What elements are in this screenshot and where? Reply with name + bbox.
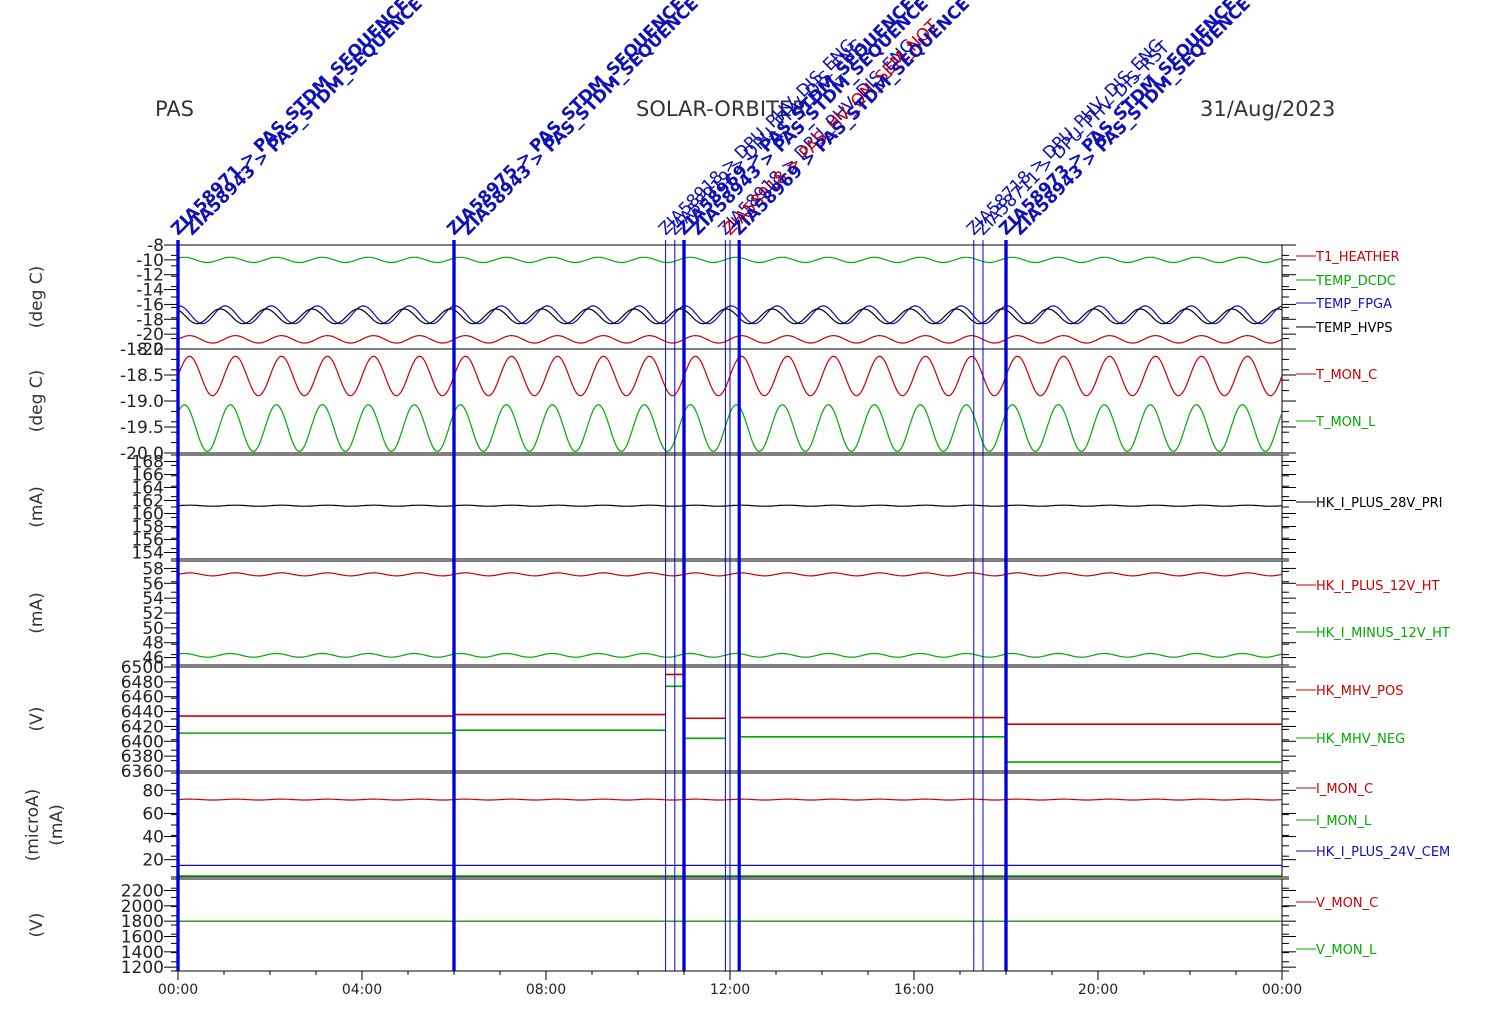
y-axis-label-2: (mA) <box>47 804 67 845</box>
panel-2: -18.0-18.5-19.0-19.5-20.0(deg C) T_MON_CT… <box>27 340 1377 464</box>
x-tick-label: 00:00 <box>1262 982 1302 998</box>
y-tick-label: 58 <box>142 559 164 579</box>
y-axis-label: (deg C) <box>27 370 47 433</box>
y-tick-label: 168 <box>132 453 164 473</box>
y-axis-label: (mA) <box>27 592 47 633</box>
y-tick-label: 80 <box>142 781 164 801</box>
y-axis-label: (V) <box>27 707 47 732</box>
panel-3: 154156158160162164166168(mA) HK_I_PLUS_28… <box>27 453 1442 564</box>
x-tick-label: 20:00 <box>1078 982 1118 998</box>
legend-label: HK_MHV_NEG <box>1316 732 1405 747</box>
legend-label: HK_I_PLUS_12V_HT <box>1316 579 1440 594</box>
legend-label: HK_I_PLUS_28V_PRI <box>1316 496 1442 511</box>
legend-label: V_MON_L <box>1316 943 1377 958</box>
y-tick-label: -18.0 <box>120 340 164 360</box>
event-marker-label: ZIA58711 > DPU_PHV_DIS_RST <box>972 37 1174 239</box>
x-tick-label: 08:00 <box>526 982 566 998</box>
y-tick-label: -19.5 <box>120 418 164 438</box>
legend-label: I_MON_L <box>1316 814 1372 829</box>
legend-label: TEMP_HVPS <box>1315 321 1392 336</box>
x-tick-label: 00:00 <box>158 982 198 998</box>
legend-label: I_MON_C <box>1316 782 1373 797</box>
panel-5: 65006480646064406420640063806360(V)HK_MH… <box>27 658 1405 782</box>
event-marker: ZIA58975 > PAS_STDM_SEQUENCE <box>443 0 689 971</box>
y-tick-label: 20 <box>142 851 164 871</box>
y-tick-label: -18.5 <box>120 366 164 386</box>
legend-label: HK_MHV_POS <box>1316 684 1404 699</box>
x-tick-label: 12:00 <box>710 982 750 998</box>
y-axis-label: (microA) <box>23 789 43 862</box>
x-tick-label: 04:00 <box>342 982 382 998</box>
legend-label: HK_I_MINUS_12V_HT <box>1316 626 1450 641</box>
panel-7: 120014001600180020002200(V)V_MON_CV_MON_… <box>27 878 1378 978</box>
legend-label: T_MON_L <box>1315 415 1376 430</box>
x-axis: 00:00 04:00 08:00 12:00 16:00 20:00 00:00 <box>158 971 1302 998</box>
header-date: 31/Aug/2023 <box>1200 97 1335 121</box>
y-tick-label: 40 <box>142 828 164 848</box>
legend-label: HK_I_PLUS_24V_CEM <box>1316 845 1450 860</box>
panels: -8-10-12-14-16-18-20-22(deg C)T1_HEATHER… <box>23 236 1450 978</box>
x-tick-label: 16:00 <box>894 982 934 998</box>
event-marker: ZIA58943 > PAS_STDM_SEQUENCE <box>176 0 427 971</box>
y-tick-label: -19.0 <box>120 392 164 412</box>
y-tick-label: 60 <box>142 804 164 824</box>
legend-label: T1_HEATHER <box>1315 250 1400 265</box>
panel-6: 20 40 60 80 (microA) (mA) I_MON_C I_MON_L HK_I_P… <box>23 772 1450 878</box>
legend-label: TEMP_DCDC <box>1315 274 1396 289</box>
event-marker-label: ZIA58943 > PAS_STDM_SEQUENCE <box>181 0 427 240</box>
y-tick-label: 2200 <box>121 882 164 902</box>
panel-1: -8-10-12-14-16-18-20-22(deg C)T1_HEATHER… <box>27 236 1400 360</box>
y-axis-label: (mA) <box>27 486 47 527</box>
event-marker: ZIA58971 > PAS_STDM_SEQUENCE <box>167 0 413 971</box>
header-instrument: PAS <box>155 97 194 121</box>
hk-plot-canvas: PAS SOLAR-ORBITER 31/Aug/2023 -8-10-12-1… <box>23 0 1450 998</box>
legend-label: T_MON_C <box>1315 368 1377 383</box>
legend-label: TEMP_FPGA <box>1315 297 1392 312</box>
y-axis-label: (V) <box>27 913 47 938</box>
y-axis-label: (deg C) <box>27 266 47 329</box>
y-tick-label: 6360 <box>121 762 164 782</box>
event-marker: ZIA58973 > PAS_STDM_SEQUENCE <box>995 0 1241 971</box>
legend-label: V_MON_C <box>1316 896 1378 911</box>
event-markers: ZIA58971 > PAS_STDM_SEQUENCEZIA58943 > P… <box>167 0 1255 971</box>
